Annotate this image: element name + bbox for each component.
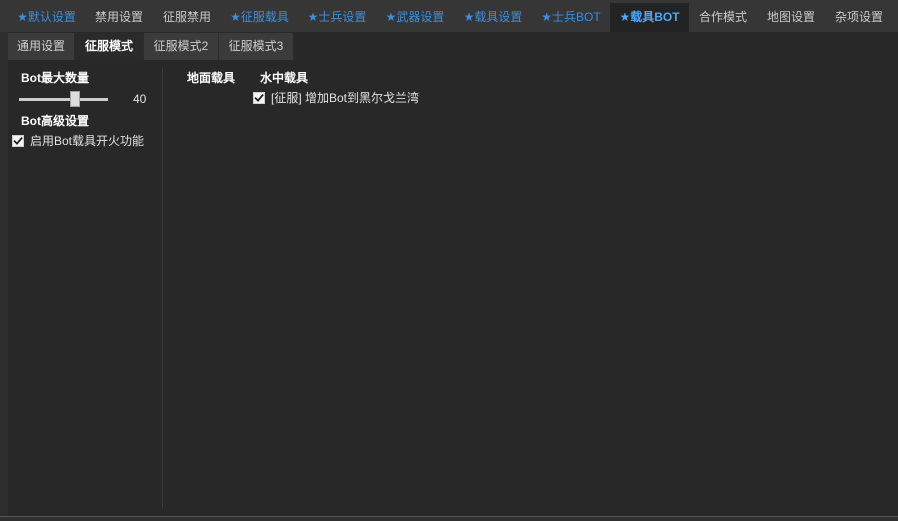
bot-max-count-slider[interactable] xyxy=(19,91,108,107)
enable-bot-vehicle-fire-checkbox[interactable] xyxy=(12,135,24,147)
subtab-conquest-mode[interactable]: 征服模式 xyxy=(75,33,144,60)
subtab-conquest-mode-2[interactable]: 征服模式2 xyxy=(144,33,219,60)
water-vehicles-title: 水中载具 xyxy=(260,71,309,85)
add-bot-heligoland-bight-checkbox[interactable] xyxy=(253,92,265,104)
bot-max-count-title: Bot最大数量 xyxy=(21,71,89,85)
slider-track[interactable] xyxy=(19,98,108,101)
bot-max-count-value: 40 xyxy=(133,92,147,106)
tab-conquest-disabled[interactable]: 征服禁用 xyxy=(153,3,221,32)
tab-vehicle-bot[interactable]: ★载具BOT xyxy=(610,3,689,32)
tab-default-settings[interactable]: ★默认设置 xyxy=(8,3,85,32)
tab-disabled-settings[interactable]: 禁用设置 xyxy=(85,3,153,32)
tab-soldier-bot[interactable]: ★士兵BOT xyxy=(532,3,610,32)
tab-vehicle-settings[interactable]: ★载具设置 xyxy=(454,3,532,32)
bot-advanced-settings-title: Bot高级设置 xyxy=(21,114,89,128)
tab-soldier-settings[interactable]: ★士兵设置 xyxy=(298,3,376,32)
tab-coop-mode[interactable]: 合作模式 xyxy=(689,3,757,32)
ground-vehicles-title: 地面载具 xyxy=(187,71,236,85)
bottom-edge xyxy=(0,516,898,521)
enable-bot-vehicle-fire-label[interactable]: 启用Bot载具开火功能 xyxy=(30,134,144,148)
main-tabs: ★默认设置 禁用设置 征服禁用 ★征服载具 ★士兵设置 ★武器设置 ★载具设置 … xyxy=(8,3,893,32)
slider-thumb[interactable] xyxy=(70,91,80,107)
add-bot-heligoland-bight-label[interactable]: [征服] 增加Bot到黑尔戈兰湾 xyxy=(271,91,419,105)
tab-weapon-settings[interactable]: ★武器设置 xyxy=(376,3,454,32)
sub-tabs: 通用设置 征服模式 征服模式2 征服模式3 xyxy=(8,33,294,60)
checkmark-icon xyxy=(13,137,23,145)
tab-misc-settings[interactable]: 杂项设置 xyxy=(825,3,893,32)
tab-conquest-vehicles[interactable]: ★征服载具 xyxy=(221,3,298,32)
checkmark-icon xyxy=(254,94,264,102)
panel-divider xyxy=(162,68,163,508)
subtab-general-settings[interactable]: 通用设置 xyxy=(8,33,75,60)
main-tab-bar: ★默认设置 禁用设置 征服禁用 ★征服载具 ★士兵设置 ★武器设置 ★载具设置 … xyxy=(0,0,898,32)
subtab-conquest-mode-3[interactable]: 征服模式3 xyxy=(219,33,294,60)
tab-map-settings[interactable]: 地图设置 xyxy=(757,3,825,32)
